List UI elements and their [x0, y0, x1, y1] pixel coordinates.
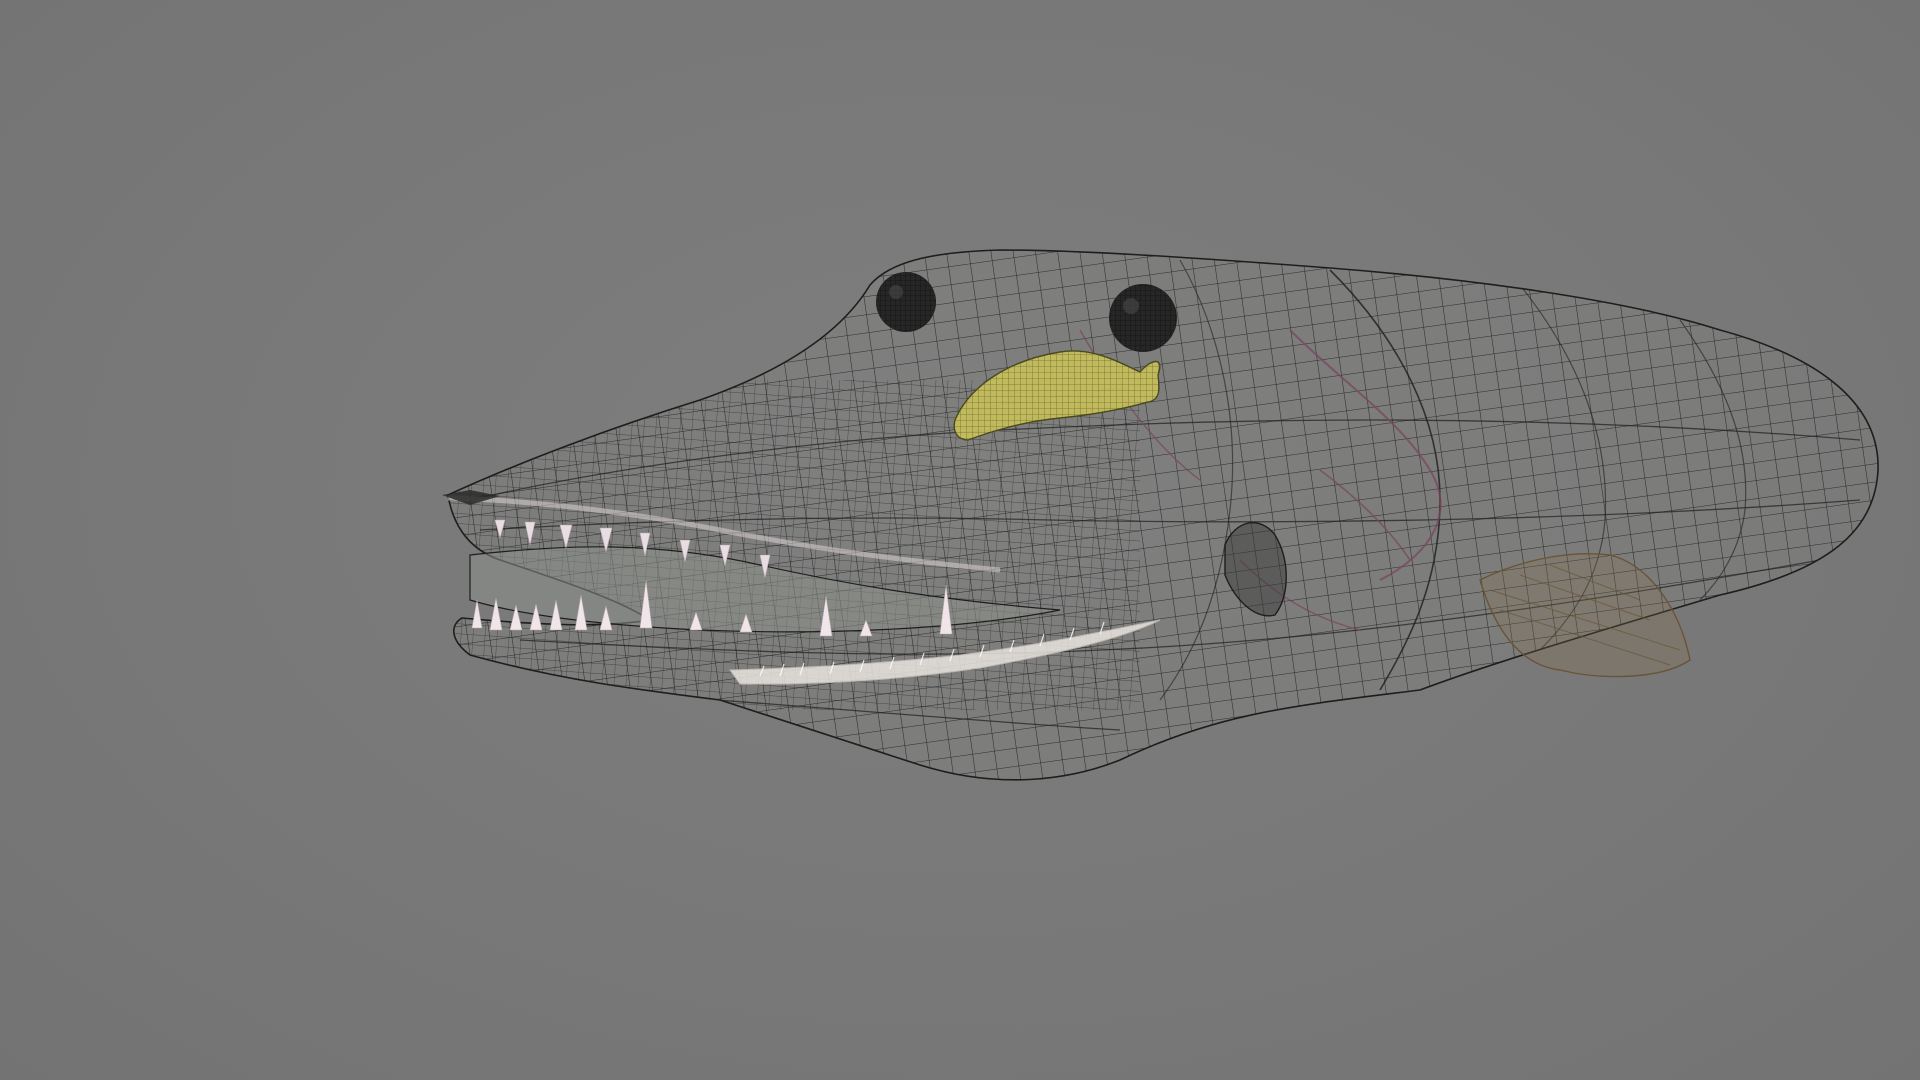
wireframe-render — [442, 249, 1879, 781]
left-eye — [876, 272, 936, 332]
right-eye — [1109, 284, 1177, 352]
3d-viewport[interactable] — [0, 0, 1920, 1080]
